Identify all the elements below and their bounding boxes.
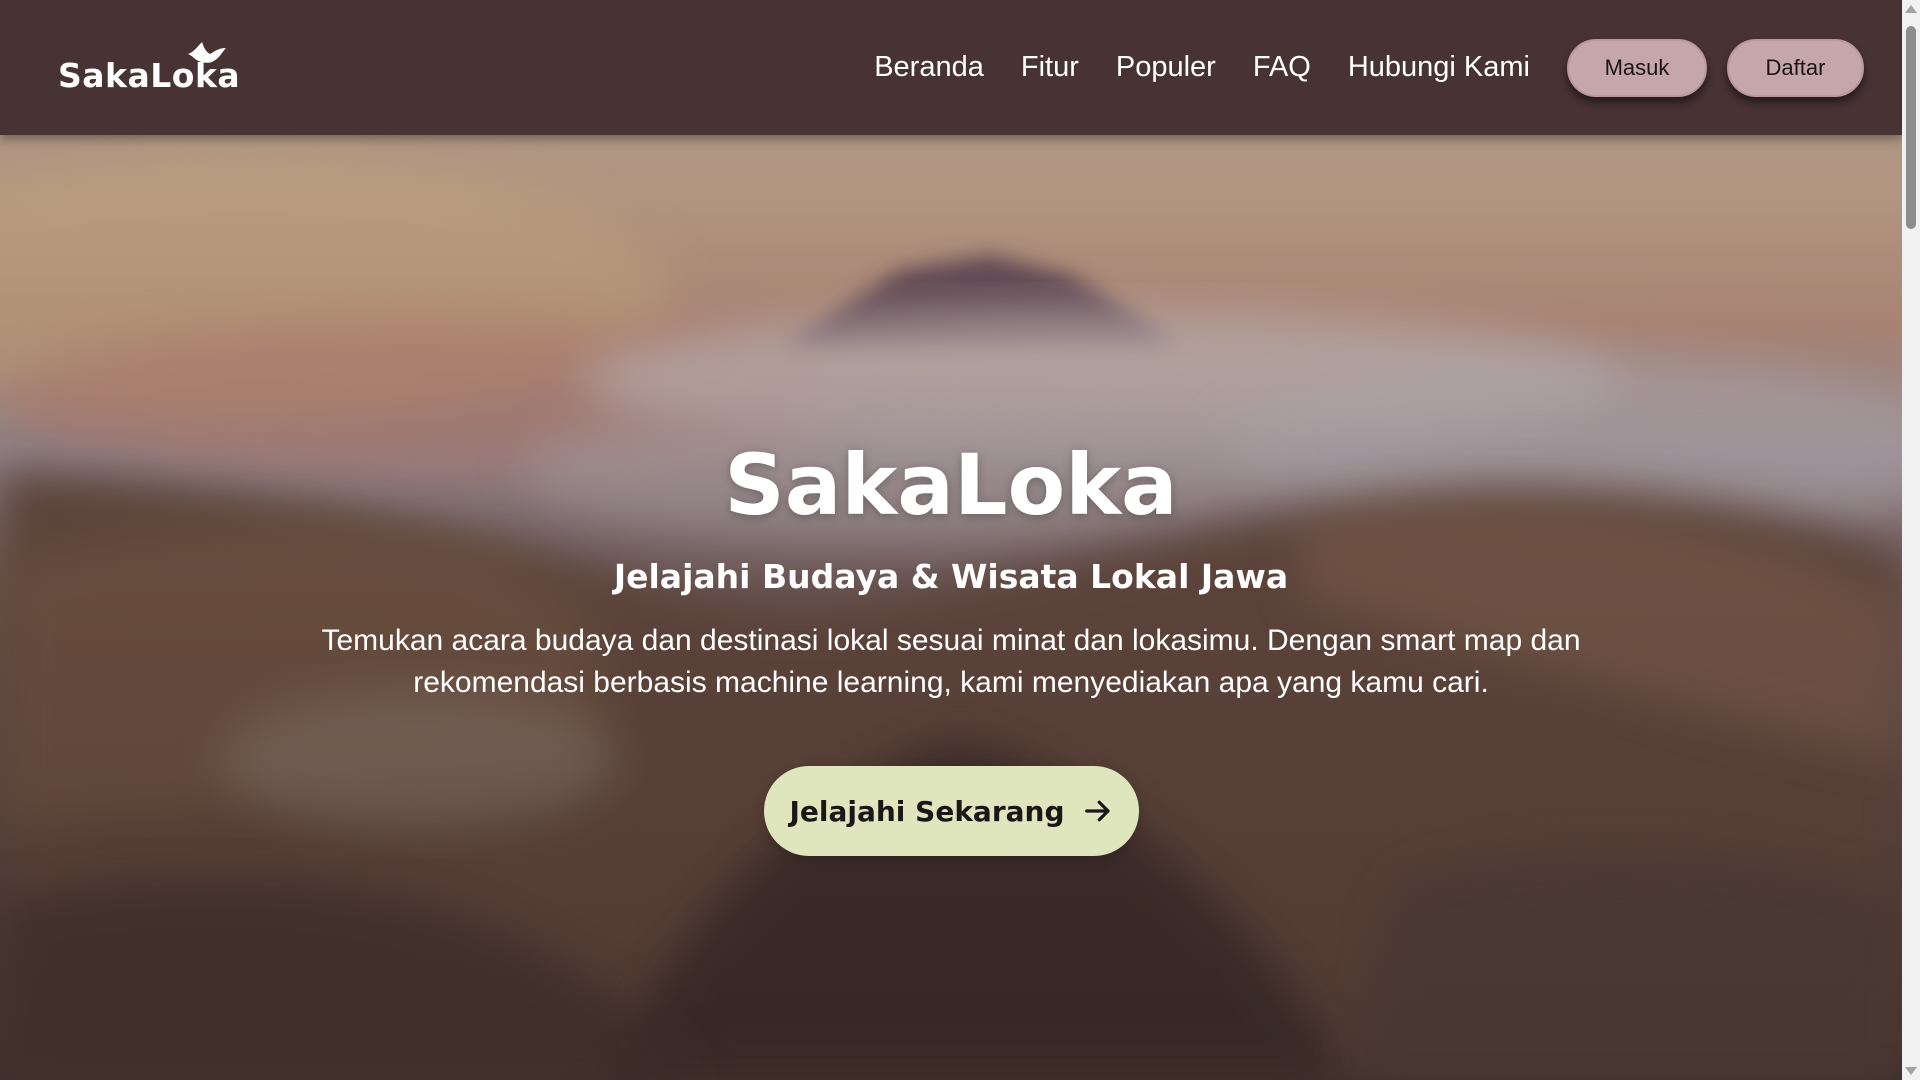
hero-description: Temukan acara budaya dan destinasi lokal… — [321, 624, 1581, 699]
hero-section: SakaLoka Jelajahi Budaya & Wisata Lokal … — [0, 0, 1902, 1080]
landing-page: SakaLoka Jelajahi Budaya & Wisata Lokal … — [0, 0, 1902, 1080]
scroll-down-icon[interactable] — [1905, 1067, 1917, 1075]
scroll-up-icon[interactable] — [1905, 5, 1917, 13]
nav-link-fitur[interactable]: Fitur — [1021, 51, 1079, 84]
nav-link-hubungi-kami[interactable]: Hubungi Kami — [1348, 51, 1530, 84]
main-nav: Beranda Fitur Populer FAQ Hubungi Kami M… — [874, 0, 1902, 135]
login-button[interactable]: Masuk — [1567, 38, 1707, 97]
hero-title: SakaLoka — [724, 436, 1178, 534]
arrow-right-icon — [1084, 800, 1110, 822]
nav-link-faq[interactable]: FAQ — [1253, 51, 1311, 84]
explore-now-label: Jelajahi Sekarang — [789, 794, 1065, 828]
scrollbar-thumb[interactable] — [1906, 26, 1916, 229]
brand-logo[interactable]: SakaLoka — [58, 40, 240, 100]
register-button[interactable]: Daftar — [1727, 38, 1864, 97]
nav-link-beranda[interactable]: Beranda — [874, 51, 984, 84]
vertical-scrollbar[interactable] — [1902, 0, 1920, 1080]
hero-content: SakaLoka Jelajahi Budaya & Wisata Lokal … — [0, 430, 1902, 856]
nav-link-populer[interactable]: Populer — [1116, 51, 1216, 84]
navbar: SakaLoka Beranda Fitur Populer FAQ Hubun… — [0, 0, 1902, 135]
bird-icon — [188, 42, 226, 63]
hero-subtitle: Jelajahi Budaya & Wisata Lokal Jawa — [613, 557, 1289, 596]
explore-now-button[interactable]: Jelajahi Sekarang — [763, 766, 1139, 856]
